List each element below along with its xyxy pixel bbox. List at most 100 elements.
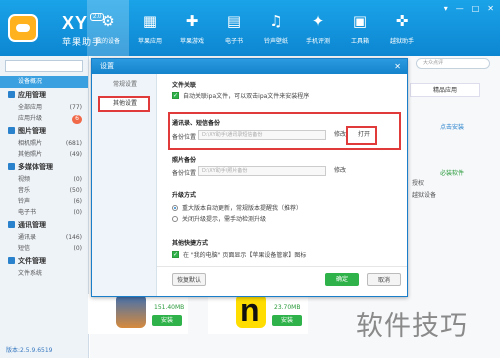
sidebar-item[interactable]: 相机照片 (681) bbox=[0, 138, 88, 149]
sidebar-item[interactable]: 短信 (0) bbox=[0, 243, 88, 254]
must-install-link[interactable]: 必装软件 bbox=[440, 168, 464, 177]
app-thumbnail bbox=[116, 294, 146, 328]
sidebar-item-label: 视频 bbox=[18, 176, 31, 183]
app-thumbnail: n bbox=[236, 292, 266, 328]
sidebar-section[interactable]: 文件管理 bbox=[0, 254, 88, 268]
sidebar-item-count: (681) bbox=[65, 140, 82, 147]
upgrade-option-auto[interactable]: 重大版本自动更新，常规版本提醒我（推荐） bbox=[172, 203, 302, 212]
photo-modify-button[interactable]: 修改 bbox=[330, 166, 350, 176]
sidebar-item-count: (146) bbox=[65, 234, 82, 241]
sidebar-item-label: 铃声 bbox=[18, 198, 31, 205]
cancel-button[interactable]: 取消 bbox=[367, 273, 401, 286]
nav-label: 手机评测 bbox=[305, 38, 330, 45]
app-name: XY bbox=[62, 13, 89, 33]
section-icon bbox=[8, 257, 15, 264]
section-title: 通讯管理 bbox=[18, 221, 46, 229]
window-controls: ▾ — □ ✕ bbox=[444, 4, 494, 13]
upgrade-heading: 升级方式 bbox=[172, 192, 197, 199]
jailbreak-icon: ✜ bbox=[395, 12, 409, 30]
nav-item-7[interactable]: ✜ 越狱助手 bbox=[381, 0, 423, 56]
section-title: 应用管理 bbox=[18, 91, 46, 99]
dialog-header: 设置 ✕ bbox=[92, 59, 407, 74]
nav-item-3[interactable]: ▤ 电子书 bbox=[213, 0, 255, 56]
app-size: 23.70MB bbox=[274, 304, 301, 311]
section-icon bbox=[8, 163, 15, 170]
top-bar: XY 2.0 苹果助手 ⚙ 我的设备 ▦ 苹果应用 ✚ 苹果游戏 ▤ 电子书 ♫ 铃声壁纸 ✦ 手机评测… bbox=[0, 0, 500, 56]
review-icon: ✦ bbox=[311, 12, 325, 30]
sidebar-item-count: (6) bbox=[73, 198, 83, 205]
shortcut-option[interactable]: ✓ 在 "我的电脑" 页面显示【苹果设备管家】图标 bbox=[172, 250, 306, 259]
file-assoc-label: 自动关联ipa文件，可以双击ipa文件来安装程序 bbox=[183, 93, 310, 100]
device-selector[interactable] bbox=[5, 60, 83, 72]
tab-featured-apps[interactable]: 精品应用 bbox=[410, 83, 480, 97]
sidebar-item[interactable]: 铃声 (6) bbox=[0, 196, 88, 207]
sidebar-section[interactable]: 应用管理 bbox=[0, 88, 88, 102]
nav-item-5[interactable]: ✦ 手机评测 bbox=[297, 0, 339, 56]
nav-label: 苹果游戏 bbox=[179, 38, 204, 45]
checkbox-icon[interactable]: ✓ bbox=[172, 92, 179, 99]
upgrade-manual-label: 关闭升级提示，需手动检测升级 bbox=[182, 216, 267, 223]
tab-other-settings[interactable]: 其他设置 bbox=[98, 96, 150, 112]
main-nav: ⚙ 我的设备 ▦ 苹果应用 ✚ 苹果游戏 ▤ 电子书 ♫ 铃声壁纸 ✦ 手机评测 ▣ 工具箱 ✜ 越狱助手 bbox=[87, 0, 423, 56]
app-logo bbox=[8, 10, 52, 46]
file-assoc-option[interactable]: ✓ 自动关联ipa文件，可以双击ipa文件来安装程序 bbox=[172, 91, 309, 100]
minimize-icon[interactable]: — bbox=[456, 4, 464, 13]
restore-defaults-button[interactable]: 恢复默认 bbox=[172, 273, 206, 286]
sidebar-item-label: 电子书 bbox=[18, 209, 37, 216]
sidebar-item-label: 文件系统 bbox=[18, 270, 43, 277]
radio-selected-icon[interactable] bbox=[172, 204, 178, 211]
sidebar-item[interactable]: 电子书 (0) bbox=[0, 207, 88, 218]
sidebar-item[interactable]: 应用升级 6 bbox=[0, 113, 88, 124]
shortcut-heading: 其他快捷方式 bbox=[172, 240, 209, 247]
ok-button[interactable]: 确定 bbox=[325, 273, 359, 286]
nav-label: 苹果应用 bbox=[137, 38, 162, 45]
sidebar-item-device-overview[interactable]: 设备概况 bbox=[0, 76, 88, 88]
app-card-1: 151.40MB 安装 bbox=[88, 294, 188, 334]
section-title: 图片管理 bbox=[18, 127, 46, 135]
install-link[interactable]: 点击安装 bbox=[440, 122, 464, 131]
device-icon: ⚙ bbox=[101, 12, 115, 30]
menu-icon[interactable]: ▾ bbox=[444, 4, 448, 13]
photo-backup-heading: 照片备份 bbox=[172, 157, 197, 164]
search-input[interactable]: 大众点评 bbox=[416, 58, 490, 69]
nav-item-4[interactable]: ♫ 铃声壁纸 bbox=[255, 0, 297, 56]
sidebar-item[interactable]: 文件系统 bbox=[0, 268, 88, 279]
sidebar-item-label: 应用升级 bbox=[18, 115, 43, 122]
checkbox-icon[interactable]: ✓ bbox=[172, 251, 179, 258]
sidebar-item[interactable]: 视频 (0) bbox=[0, 174, 88, 185]
section-icon bbox=[8, 221, 15, 228]
nav-item-2[interactable]: ✚ 苹果游戏 bbox=[171, 0, 213, 56]
sidebar-section[interactable]: 图片管理 bbox=[0, 124, 88, 138]
maximize-icon[interactable]: □ bbox=[472, 4, 480, 13]
sidebar-item[interactable]: 全部应用 (77) bbox=[0, 102, 88, 113]
upgrade-option-manual[interactable]: 关闭升级提示，需手动检测升级 bbox=[172, 214, 266, 223]
open-button-highlight-frame bbox=[346, 126, 377, 145]
apps-icon: ▦ bbox=[142, 12, 158, 30]
tab-general-settings[interactable]: 常规设置 bbox=[92, 78, 156, 92]
sidebar-item-count: (0) bbox=[73, 209, 83, 216]
ringtone-icon: ♫ bbox=[269, 12, 283, 30]
settings-dialog: 设置 ✕ 常规设置 其他设置 文件关联 ✓ 自动关联ipa文件，可以双击ipa文… bbox=[91, 58, 408, 297]
shortcut-label: 在 "我的电脑" 页面显示【苹果设备管家】图标 bbox=[183, 252, 307, 259]
dialog-sidebar: 常规设置 其他设置 bbox=[92, 74, 157, 296]
file-assoc-heading: 文件关联 bbox=[172, 82, 197, 89]
ebook-icon: ▤ bbox=[226, 12, 242, 30]
sidebar-item[interactable]: 音乐 (50) bbox=[0, 185, 88, 196]
sidebar-item-count: (49) bbox=[69, 151, 82, 158]
sidebar-section[interactable]: 通讯管理 bbox=[0, 218, 88, 232]
nav-item-1[interactable]: ▦ 苹果应用 bbox=[129, 0, 171, 56]
sidebar-item[interactable]: 其他照片 (49) bbox=[0, 149, 88, 160]
sidebar-section[interactable]: 多媒体管理 bbox=[0, 160, 88, 174]
install-button[interactable]: 安装 bbox=[152, 315, 182, 326]
sidebar-item[interactable]: 通讯录 (146) bbox=[0, 232, 88, 243]
dialog-body: 文件关联 ✓ 自动关联ipa文件，可以双击ipa文件来安装程序 通讯录、短信备份… bbox=[172, 74, 404, 296]
close-icon[interactable]: ✕ bbox=[394, 59, 401, 74]
nav-label: 铃声壁纸 bbox=[263, 38, 288, 45]
photo-path-field[interactable]: D:\XY助手\照片备份 bbox=[198, 166, 326, 176]
nav-item-0[interactable]: ⚙ 我的设备 bbox=[87, 0, 129, 56]
nav-item-6[interactable]: ▣ 工具箱 bbox=[339, 0, 381, 56]
close-icon[interactable]: ✕ bbox=[487, 4, 494, 13]
nav-label: 越狱助手 bbox=[389, 38, 414, 45]
install-button[interactable]: 安装 bbox=[272, 315, 302, 326]
radio-icon[interactable] bbox=[172, 215, 178, 222]
